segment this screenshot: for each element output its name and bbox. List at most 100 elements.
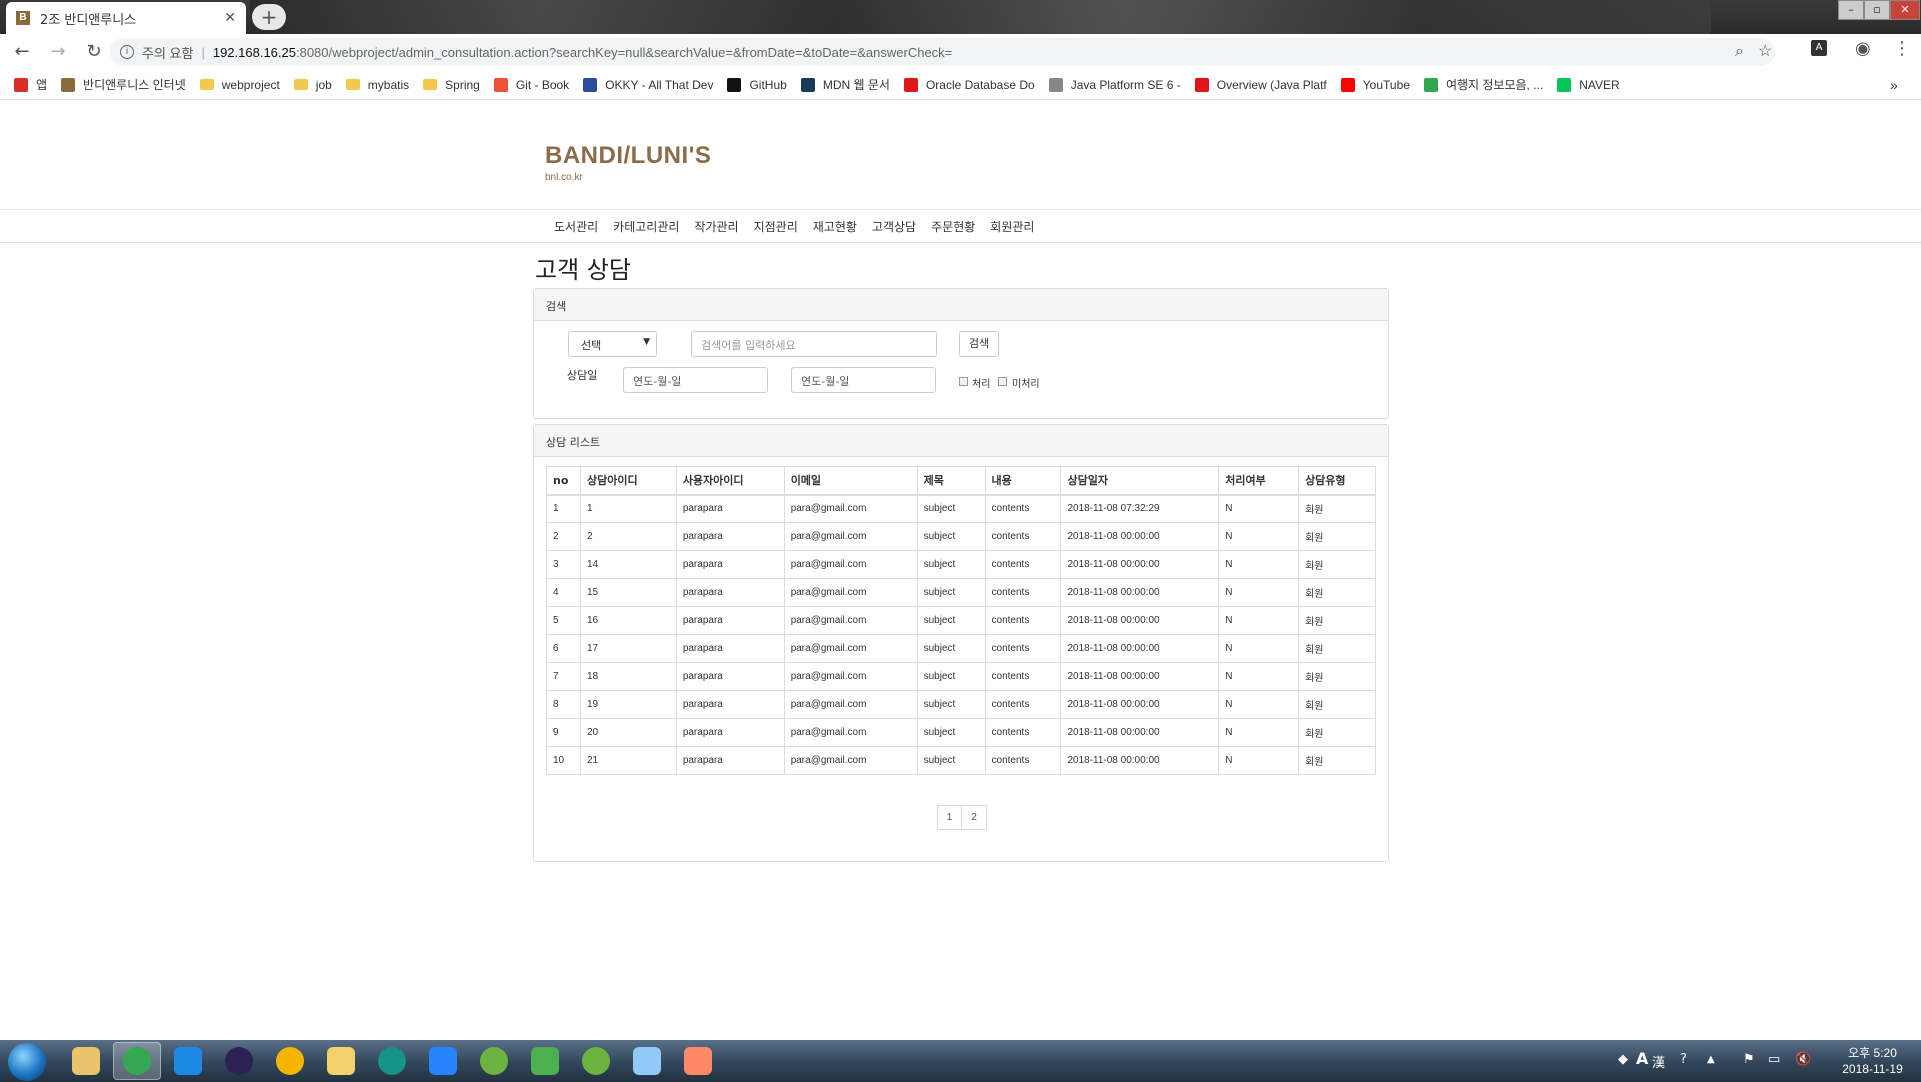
- column-header[interactable]: no: [546, 466, 581, 496]
- bookmark-item[interactable]: mybatis: [345, 78, 409, 92]
- answered-checkbox[interactable]: [959, 377, 968, 386]
- help-icon[interactable]: ?: [1680, 1052, 1687, 1067]
- nav-item[interactable]: 도서관리: [554, 218, 598, 235]
- column-header[interactable]: 사용자아이디: [675, 466, 785, 496]
- folder-icon: [199, 79, 214, 90]
- taskbar-app[interactable]: [674, 1042, 722, 1080]
- search-key-select[interactable]: 선택 ▼: [568, 331, 657, 357]
- bookmark-item[interactable]: job: [293, 78, 332, 92]
- nav-item[interactable]: 카테고리관리: [613, 218, 679, 235]
- table-row[interactable]: 10 21 parapara para@gmail.com subject content…: [546, 746, 1376, 775]
- page-link[interactable]: 2: [962, 805, 987, 830]
- menu-kebab-icon[interactable]: ⋮: [1893, 38, 1911, 59]
- nav-item[interactable]: 고객상담: [872, 218, 916, 235]
- display-icon[interactable]: ▭: [1768, 1052, 1780, 1067]
- table-row[interactable]: 5 16 parapara para@gmail.com subject contents…: [546, 606, 1376, 635]
- taskbar-app[interactable]: [368, 1042, 416, 1080]
- nav-item[interactable]: 주문현황: [931, 218, 975, 235]
- table-row[interactable]: 7 18 parapara para@gmail.com subject contents…: [546, 662, 1376, 691]
- search-button[interactable]: 검색: [959, 331, 999, 357]
- taskbar-app[interactable]: [419, 1042, 467, 1080]
- table-row[interactable]: 6 17 parapara para@gmail.com subject contents…: [546, 634, 1376, 663]
- taskbar-app[interactable]: [521, 1042, 569, 1080]
- browser-tab[interactable]: B 2조 반디앤루니스 ✕: [6, 2, 246, 34]
- tab-close-icon[interactable]: ✕: [224, 10, 236, 26]
- table-row[interactable]: 3 14 parapara para@gmail.com subject contents…: [546, 550, 1376, 579]
- table-row[interactable]: 9 20 parapara para@gmail.com subject contents…: [546, 718, 1376, 747]
- nav-item[interactable]: 지점관리: [754, 218, 798, 235]
- table-cell: 회원: [1298, 522, 1376, 551]
- table-row[interactable]: 1 1 parapara para@gmail.com subject contents 2…: [546, 494, 1376, 523]
- bookmark-item[interactable]: 앱: [14, 76, 47, 93]
- bookmark-item[interactable]: Oracle Database Do: [903, 77, 1035, 92]
- taskbar-app[interactable]: [317, 1042, 365, 1080]
- extension-icon[interactable]: A: [1811, 40, 1827, 56]
- column-header[interactable]: 내용: [984, 466, 1062, 496]
- taskbar-app[interactable]: [62, 1042, 110, 1080]
- table-cell: 20: [579, 718, 677, 747]
- bookmark-item[interactable]: OKKY - All That Dev: [583, 77, 713, 92]
- taskbar-app[interactable]: [164, 1042, 212, 1080]
- volume-muted-icon[interactable]: 🔇: [1795, 1052, 1811, 1067]
- maximize-button[interactable]: ▫: [1864, 0, 1890, 20]
- table-cell: 6: [546, 634, 581, 663]
- bookmark-item[interactable]: Spring: [423, 78, 480, 92]
- column-header[interactable]: 처리여부: [1218, 466, 1300, 496]
- column-header[interactable]: 이메일: [783, 466, 918, 496]
- column-header[interactable]: 상담일자: [1060, 466, 1220, 496]
- from-date-input[interactable]: 연도-월-일: [623, 367, 768, 393]
- column-header[interactable]: 상담유형: [1298, 466, 1376, 496]
- column-header[interactable]: 상담아이디: [579, 466, 677, 496]
- table-row[interactable]: 4 15 parapara para@gmail.com subject contents…: [546, 578, 1376, 607]
- new-tab-button[interactable]: +: [252, 4, 286, 30]
- start-button[interactable]: [8, 1043, 46, 1081]
- taskbar-app[interactable]: [572, 1042, 620, 1080]
- unanswered-checkbox[interactable]: [998, 377, 1007, 386]
- info-icon[interactable]: i: [120, 45, 134, 59]
- bookmark-label: Git - Book: [515, 77, 570, 92]
- bookmark-star-icon[interactable]: ☆: [1758, 38, 1772, 66]
- table-row[interactable]: 2 2 parapara para@gmail.com subject contents 2…: [546, 522, 1376, 551]
- site-logo[interactable]: BANDI/LUNI'S bnl.co.kr: [545, 142, 711, 183]
- profile-avatar-icon[interactable]: ◉: [1855, 38, 1871, 59]
- bookmark-item[interactable]: NAVER: [1557, 77, 1620, 92]
- page-link[interactable]: 1: [937, 805, 962, 830]
- zoom-search-icon[interactable]: ⌕: [1735, 38, 1744, 66]
- taskbar-app[interactable]: [113, 1042, 161, 1080]
- taskbar-app[interactable]: [470, 1042, 518, 1080]
- bookmark-item[interactable]: GitHub: [727, 77, 787, 92]
- table-cell: parapara: [675, 662, 785, 691]
- nav-item[interactable]: 재고현황: [813, 218, 857, 235]
- taskbar-app[interactable]: [623, 1042, 671, 1080]
- bookmark-item[interactable]: MDN 웹 문서: [800, 76, 890, 93]
- column-header[interactable]: 제목: [916, 466, 986, 496]
- bookmark-item[interactable]: Overview (Java Platf: [1194, 77, 1327, 92]
- search-keyword-input[interactable]: 검색어를 입력하세요: [691, 331, 937, 357]
- ime-mode-icon[interactable]: A: [1636, 1049, 1648, 1068]
- consultation-list-panel: 상담 리스트 no 상담아이디 사용자아이디 이메일 제목 내용 상담일자 처리여부 상담유형 …: [533, 424, 1389, 862]
- bookmark-item[interactable]: Java Platform SE 6 -: [1048, 77, 1181, 92]
- table-row[interactable]: 8 19 parapara para@gmail.com subject contents…: [546, 690, 1376, 719]
- reload-icon[interactable]: ↻: [80, 38, 108, 66]
- forward-arrow-icon[interactable]: →: [44, 38, 72, 66]
- system-clock[interactable]: 오후 5:20 2018-11-19: [1830, 1045, 1915, 1077]
- minimize-button[interactable]: –: [1838, 0, 1864, 20]
- nav-item[interactable]: 회원관리: [990, 218, 1034, 235]
- taskbar-app[interactable]: [266, 1042, 314, 1080]
- bookmark-item[interactable]: webproject: [199, 78, 280, 92]
- network-icon[interactable]: ◆: [1618, 1052, 1628, 1067]
- bookmark-item[interactable]: 반디앤루니스 인터넷: [61, 76, 186, 93]
- back-arrow-icon[interactable]: ←: [8, 38, 36, 66]
- to-date-input[interactable]: 연도-월-일: [791, 367, 936, 393]
- nav-item[interactable]: 작가관리: [694, 218, 738, 235]
- close-window-button[interactable]: ✕: [1890, 0, 1920, 20]
- action-center-flag-icon[interactable]: ⚑: [1743, 1052, 1755, 1067]
- ime-hanja-icon[interactable]: 漢: [1652, 1052, 1665, 1071]
- bookmark-item[interactable]: Git - Book: [493, 77, 570, 92]
- show-hidden-icons[interactable]: ▲: [1707, 1054, 1715, 1065]
- taskbar-app[interactable]: [215, 1042, 263, 1080]
- bookmark-item[interactable]: YouTube: [1340, 77, 1410, 92]
- bookmark-item[interactable]: 여행지 정보모음, ...: [1423, 76, 1543, 93]
- address-bar[interactable]: i 주의 요함 | 192.168.16.25 :8080/webproject…: [110, 38, 1775, 66]
- bookmarks-overflow-icon[interactable]: »: [1890, 77, 1898, 93]
